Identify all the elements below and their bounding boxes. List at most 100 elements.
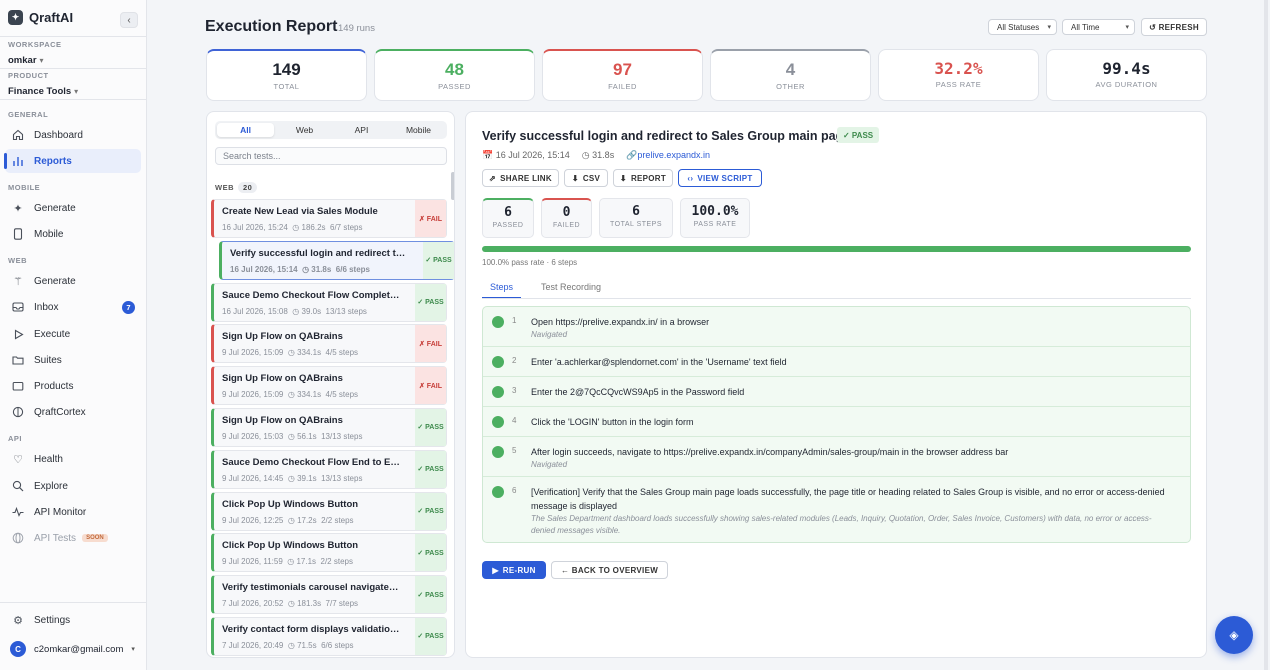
nav-explore[interactable]: Explore [5,474,141,498]
test-meta: 16 Jul 2026, 15:24 ◷ 186.2s 6/7 steps [222,223,362,232]
group-count: 20 [238,182,258,193]
detail-url-link[interactable]: 🔗prelive.expandx.in [626,150,710,161]
list-item[interactable]: Sign Up Flow on QABrains 9 Jul 2026, 15:… [211,324,447,364]
list-item[interactable]: Sign Up Flow on QABrains 9 Jul 2026, 15:… [211,366,447,406]
nav-label: Products [34,380,74,392]
home-icon [11,128,25,142]
test-date: 9 Jul 2026, 12:25 [222,515,284,525]
test-duration: 39.0s [301,306,322,316]
product-select[interactable]: Finance Tools ▾ [8,86,78,97]
divider [0,36,147,37]
button-label: SHARE LINK [500,173,552,183]
nav-settings[interactable]: ⚙ Settings [5,608,141,632]
stat-label: PASS RATE [935,80,982,89]
list-scrollbar[interactable] [451,172,454,200]
tab-steps[interactable]: Steps [482,282,522,298]
calendar-icon: 📅 [482,150,494,160]
soon-badge: SOON [82,534,108,542]
workspace-select[interactable]: omkar ▾ [8,55,44,66]
share-link-button[interactable]: ⇗ SHARE LINK [482,169,559,187]
step-result: Navigated [531,330,568,339]
view-script-button[interactable]: ‹› VIEW SCRIPT [678,169,762,187]
share-icon: ⇗ [489,173,497,183]
list-item[interactable]: Sauce Demo Checkout Flow Completion 16 J… [211,282,447,322]
time-filter-select[interactable]: All Time ▾ [1062,19,1135,35]
test-list-panel: All Web API Mobile WEB 20 Create New Lead… [206,111,455,658]
nav-products[interactable]: Products [5,374,141,398]
nav-label: Execute [34,328,71,340]
test-steps: 4/5 steps [325,390,359,400]
step-text: Enter 'a.achlerkar@splendornet.com' in t… [531,357,787,367]
nav-inbox[interactable]: Inbox 7 [5,295,141,319]
product-label: PRODUCT [8,71,49,80]
step-status-dot [492,416,504,428]
nav-health[interactable]: ♡ Health [5,447,141,471]
nav-suites[interactable]: Suites [5,348,141,372]
step-status-dot [492,486,504,498]
status-filter-select[interactable]: All Statuses ▾ [988,19,1057,35]
list-item[interactable]: Verify testimonials carousel navigates c… [211,575,447,615]
csv-button[interactable]: ⬇ CSV [564,169,608,187]
status-badge: ✓ PASS [837,127,880,143]
list-item[interactable]: Sign Up Flow on QABrains 9 Jul 2026, 15:… [211,407,447,447]
list-item[interactable]: Verify contact form displays validation … [211,616,447,656]
nav-execute[interactable]: Execute [5,322,141,346]
progress-fill [482,246,1191,252]
test-list: Create New Lead via Sales Module 16 Jul … [211,199,454,657]
report-button[interactable]: ⬇ REPORT [613,169,673,187]
user-menu[interactable]: C c2omkar@gmail.com ▾ [10,641,135,657]
list-item[interactable]: Verify successful login and redirect to … [219,240,454,280]
step-text: Enter the 2@7QcCQvcWS9Ap5 in the Passwor… [531,387,745,397]
test-duration: 334.1s [297,348,322,358]
chevron-down-icon: ▾ [39,56,44,65]
window-scrollbar[interactable] [1264,0,1268,670]
nav-mobile-generate[interactable]: ✦ Generate [5,196,141,220]
nav-mobile[interactable]: Mobile [5,222,141,246]
nav-section-mobile: MOBILE [8,183,41,192]
test-steps: 4/5 steps [325,348,359,358]
nav-dashboard[interactable]: Dashboard [5,123,141,147]
test-date: 9 Jul 2026, 15:09 [222,348,284,358]
rerun-button[interactable]: ▶ RE-RUN [482,561,546,579]
stat-value: 99.4s [1102,59,1151,78]
back-to-overview-button[interactable]: ← BACK TO OVERVIEW [551,561,668,579]
nav-api-monitor[interactable]: API Monitor [5,500,141,524]
step-status-dot [492,386,504,398]
refresh-button[interactable]: ↺ REFRESH [1141,18,1207,36]
tab-all[interactable]: All [217,123,274,137]
list-item[interactable]: Click Pop Up Windows Button 9 Jul 2026, … [211,491,447,531]
metric-failed: 0 FAILED [541,198,592,238]
step-status-dot [492,356,504,368]
brand[interactable]: ✦ QraftAI [8,10,73,25]
step-row: 2 Enter 'a.achlerkar@splendornet.com' in… [483,347,1190,377]
search-icon [11,479,25,493]
download-icon: ⬇ [571,173,579,183]
tab-web[interactable]: Web [276,121,333,139]
status-badge: ✓ PASS [415,450,446,488]
list-item[interactable]: Create New Lead via Sales Module 16 Jul … [211,199,447,238]
metric-label: TOTAL STEPS [609,221,663,228]
test-steps: 13/13 steps [325,306,367,316]
assistant-fab-button[interactable]: ◈ [1215,616,1253,654]
nav-label: QraftCortex [34,406,86,418]
heart-icon: ♡ [13,453,23,466]
tab-mobile[interactable]: Mobile [390,121,447,139]
brain-icon [11,405,25,419]
test-steps: 6/6 steps [321,640,354,650]
status-badge: ✗ FAIL [415,367,446,405]
gear-icon: ⚙ [13,614,23,627]
download-icon: ⬇ [619,173,627,183]
nav-web-generate[interactable]: ⚚ Generate [5,269,141,293]
collapse-sidebar-button[interactable]: ‹ [120,12,138,28]
tab-test-recording[interactable]: Test Recording [541,282,601,298]
list-item[interactable]: Click Pop Up Windows Button 9 Jul 2026, … [211,533,447,573]
tab-api[interactable]: API [333,121,390,139]
nav-reports[interactable]: Reports [4,149,141,173]
list-item[interactable]: Sauce Demo Checkout Flow End to End 9 Ju… [211,449,447,489]
clock-icon: ◷ [302,264,310,274]
test-name: Verify testimonials carousel navigates c… [222,582,400,594]
detail-tabs: Steps Test Recording [482,282,601,298]
search-input[interactable] [215,147,447,165]
nav-qraftcortex[interactable]: QraftCortex [5,400,141,424]
